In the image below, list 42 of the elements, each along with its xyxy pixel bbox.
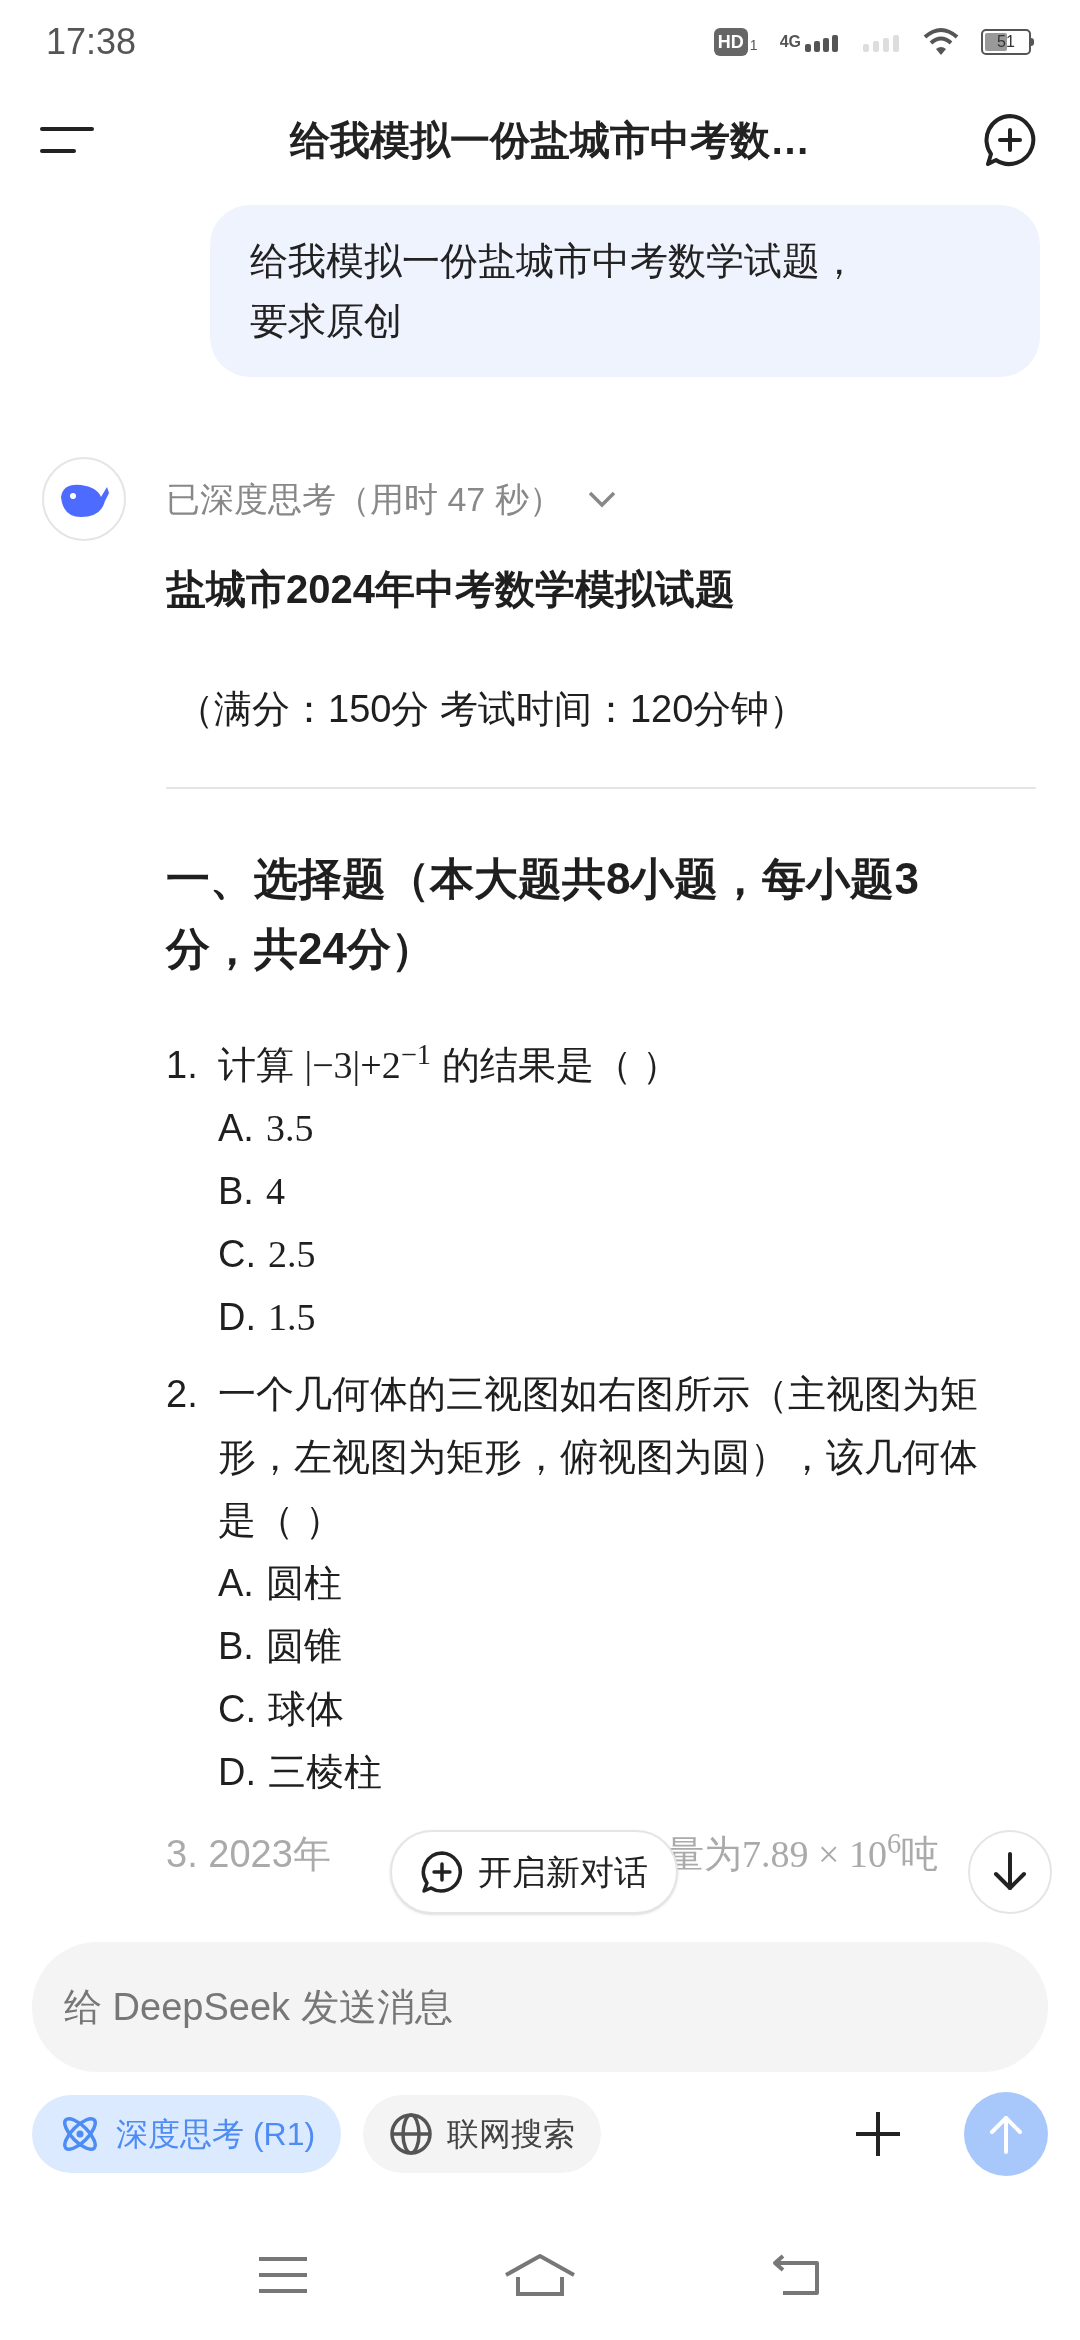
toggle-chip[interactable]: 联网搜索 [363, 2095, 602, 2173]
option-letter: A. [218, 1106, 254, 1151]
recent-apps-icon[interactable] [257, 2255, 310, 2295]
globe-icon [389, 2112, 434, 2156]
option-text: 2.5 [268, 1232, 316, 1277]
option-letter: B. [218, 1624, 254, 1669]
home-icon[interactable] [504, 2253, 576, 2297]
chat-plus-icon [420, 1850, 464, 1894]
chevron-down-icon [586, 490, 617, 508]
option-text: 三棱柱 [268, 1750, 382, 1795]
option-text: 4 [265, 1169, 285, 1214]
option-text: 1.5 [268, 1295, 316, 1340]
question-number: 2. [166, 1372, 199, 1417]
option-letter: D. [218, 1750, 256, 1795]
question-number: 1. [166, 1043, 199, 1088]
option-text: 3.5 [265, 1106, 314, 1151]
option-text: 球体 [268, 1687, 344, 1732]
user-message: 给我模拟一份盐城市中考数学试题，要求原创 [210, 205, 1040, 377]
network-type: 4G [779, 32, 801, 52]
section-heading: 一、选择题（本大题共8小题，每小题3分，共24分） [166, 853, 920, 975]
answer-title: 盐城市2024年中考数学模拟试题 [166, 566, 736, 613]
plus-icon [854, 2110, 902, 2158]
option-letter: C. [218, 1232, 256, 1277]
option-text: 圆锥 [265, 1624, 342, 1669]
option-letter: D. [218, 1295, 256, 1340]
chat-title: 给我模拟一份盐城市中考数… [290, 117, 810, 164]
hd-badge: HD [713, 28, 748, 56]
option-text: 圆柱 [265, 1561, 342, 1606]
question-text: 计算 |−3|+2$^{−1}$ 的结果是（ ） [218, 1037, 682, 1088]
option-letter: A. [218, 1561, 254, 1606]
thinking-toggle[interactable]: 已深度思考（用时 47 秒） [166, 457, 617, 541]
option-letter: B. [218, 1169, 254, 1214]
clock: 17:38 [46, 20, 137, 64]
message-input[interactable]: 给 DeepSeek 发送消息 [32, 1942, 1048, 2072]
question-text: 一个几何体的三视图如右图所示（主视图为矩形，左视图为矩形，俯视图为圆），该几何体是（ ） [218, 1372, 978, 1543]
option-letter: C. [218, 1687, 256, 1732]
question-text: 3. 2023年 [166, 1832, 332, 1877]
menu-icon [40, 125, 94, 155]
exam-info: （满分：150分 考试时间：120分钟） [176, 687, 809, 732]
sim-number: 1 [749, 36, 758, 55]
wifi-icon [923, 27, 959, 57]
chat-plus-icon [982, 112, 1038, 168]
